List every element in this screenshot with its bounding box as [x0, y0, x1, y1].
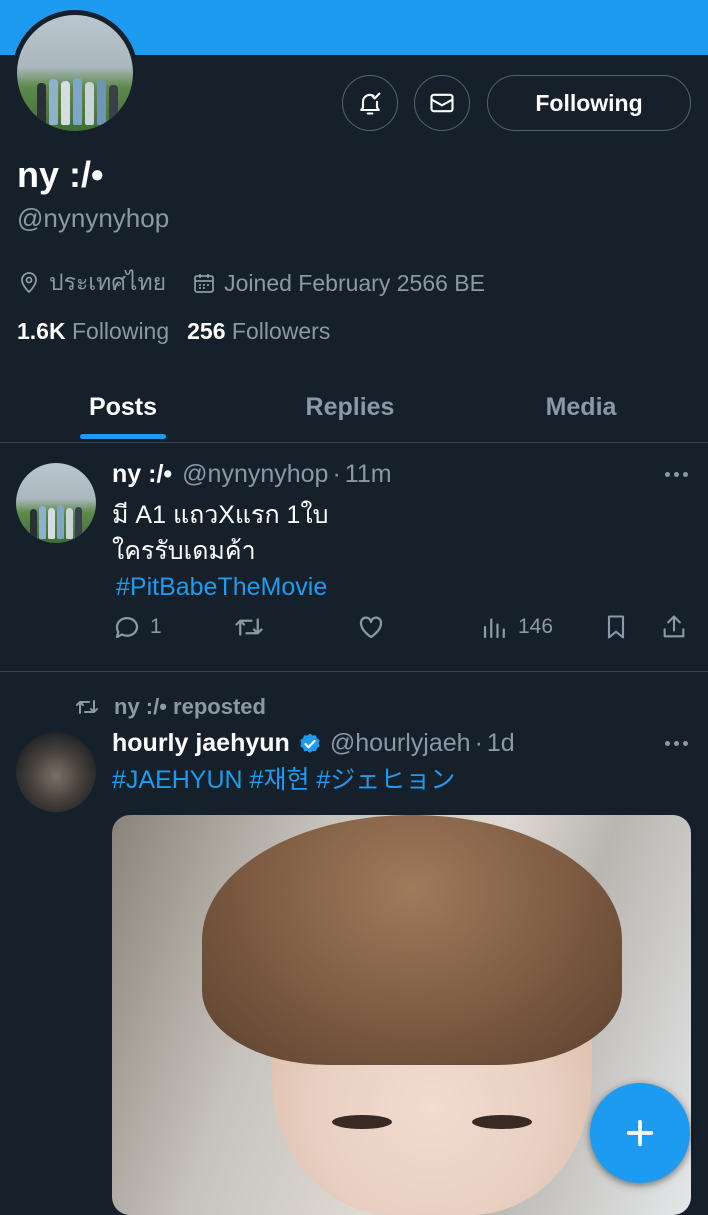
location-pin-icon — [21, 272, 37, 294]
tab-posts[interactable]: Posts — [30, 372, 216, 442]
following-stat[interactable]: 1.6K Following — [17, 318, 169, 345]
bookmark-icon — [607, 615, 625, 639]
post-time[interactable]: 1d — [487, 729, 515, 758]
share-button[interactable] — [660, 612, 696, 642]
envelope-icon — [430, 93, 454, 113]
location-text: ประเทศไทย — [49, 269, 167, 295]
profile-name: ny :/• — [17, 154, 104, 195]
post-text-line: มี A1 แถวXแรก 1ใบ — [112, 501, 329, 529]
following-label: Following — [71, 318, 170, 344]
repost-icon — [76, 700, 98, 714]
views-button[interactable]: 146 — [480, 612, 553, 642]
followers-label: Followers — [231, 318, 331, 344]
like-button[interactable] — [356, 612, 394, 642]
join-date: Joined February 2566 BE — [192, 270, 485, 297]
profile-handle: @nynynyhop — [17, 203, 170, 233]
repost-button[interactable] — [232, 612, 274, 642]
tab-replies[interactable]: Replies — [260, 372, 440, 442]
plus-icon — [626, 1119, 654, 1147]
following-count: 1.6K — [17, 318, 66, 344]
notifications-button[interactable] — [342, 75, 398, 131]
join-date-text: Joined February 2566 BE — [224, 269, 485, 296]
compose-post-button[interactable] — [590, 1083, 690, 1183]
views-chart-icon — [483, 618, 505, 639]
post-hashtag[interactable]: #PitBabeTheMovie — [116, 569, 329, 605]
share-icon — [663, 615, 685, 638]
more-options-icon[interactable] — [661, 472, 688, 477]
profile-meta: ประเทศไทย Joined February 2566 BE — [17, 265, 511, 301]
following-button[interactable]: Following — [487, 75, 691, 131]
bell-check-icon — [360, 92, 381, 115]
location: ประเทศไทย — [17, 265, 166, 301]
post-author-name[interactable]: ny :/• — [112, 460, 172, 489]
reply-count: 1 — [150, 615, 162, 638]
post-time[interactable]: 11m — [345, 460, 392, 489]
post-actions: 1 146 — [112, 612, 692, 652]
followers-count: 256 — [187, 318, 226, 344]
active-tab-indicator — [80, 434, 166, 439]
profile-tabs: Posts Replies Media — [0, 372, 708, 443]
post-author-avatar[interactable] — [16, 463, 96, 543]
post-author-handle[interactable]: @hourlyjaeh — [330, 729, 471, 758]
reply-icon — [115, 617, 139, 639]
more-options-icon[interactable] — [661, 741, 688, 746]
post-hashtag[interactable]: #JAEHYUN #재현 #ジェヒョン — [112, 766, 455, 794]
followers-stat[interactable]: 256 Followers — [187, 318, 330, 345]
post-author-avatar[interactable] — [16, 732, 96, 812]
bookmark-button[interactable] — [602, 612, 638, 642]
heart-icon — [359, 616, 383, 639]
profile-avatar[interactable] — [12, 10, 138, 136]
verified-badge-icon — [298, 732, 322, 756]
repost-label: ny :/• reposted — [114, 694, 266, 719]
separator-dot: · — [474, 729, 483, 757]
separator-dot: · — [332, 460, 341, 488]
calendar-icon — [194, 274, 215, 293]
post-author-handle[interactable]: @nynynyhop — [182, 460, 328, 489]
post-header: ny :/• @nynynyhop · 11m — [112, 460, 392, 489]
message-button[interactable] — [414, 75, 470, 131]
profile-stats: 1.6K Following 256 Followers — [17, 318, 348, 345]
repost-icon — [235, 618, 263, 636]
reply-button[interactable]: 1 — [112, 612, 162, 642]
post-hashtags: #JAEHYUN #재현 #ジェヒョン — [112, 762, 455, 798]
repost-indicator[interactable]: ny :/• reposted — [74, 694, 266, 720]
post-header: hourly jaehyun @hourlyjaeh · 1d — [112, 729, 515, 758]
post-text: มี A1 แถวXแรก 1ใบ ใครรับเดมค้า #PitBabeT… — [112, 497, 329, 605]
view-count: 146 — [518, 615, 554, 638]
post-author-name[interactable]: hourly jaehyun — [112, 729, 290, 758]
post-text-line: ใครรับเดมค้า — [112, 537, 256, 565]
tab-media[interactable]: Media — [490, 372, 672, 442]
post-divider — [0, 671, 708, 672]
